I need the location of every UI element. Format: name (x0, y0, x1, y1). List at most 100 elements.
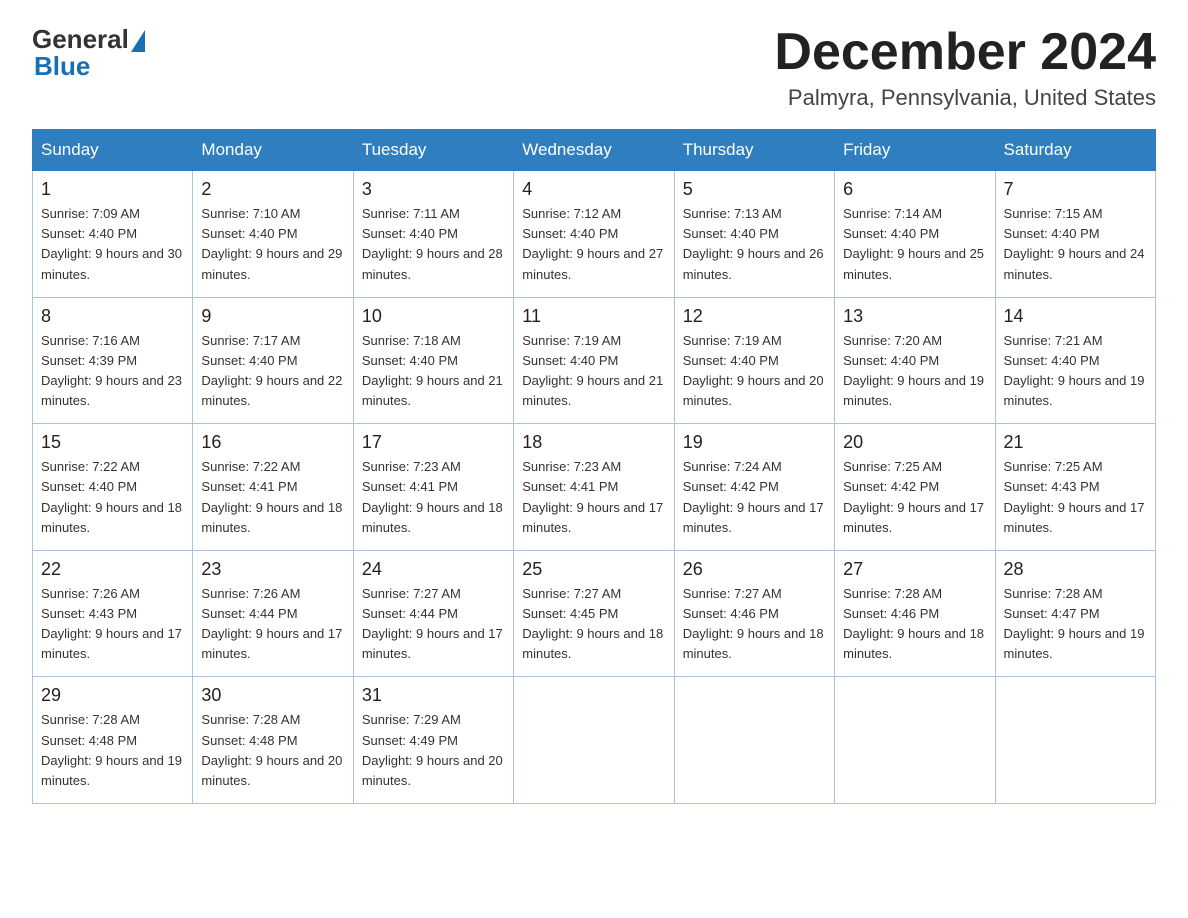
calendar-cell: 24 Sunrise: 7:27 AMSunset: 4:44 PMDaylig… (353, 550, 513, 677)
day-info: Sunrise: 7:19 AMSunset: 4:40 PMDaylight:… (522, 331, 665, 412)
day-info: Sunrise: 7:18 AMSunset: 4:40 PMDaylight:… (362, 331, 505, 412)
location-title: Palmyra, Pennsylvania, United States (774, 85, 1156, 111)
day-number: 9 (201, 306, 344, 327)
day-info: Sunrise: 7:27 AMSunset: 4:45 PMDaylight:… (522, 584, 665, 665)
week-row-5: 29 Sunrise: 7:28 AMSunset: 4:48 PMDaylig… (33, 677, 1156, 804)
calendar-cell (674, 677, 834, 804)
calendar-cell: 14 Sunrise: 7:21 AMSunset: 4:40 PMDaylig… (995, 297, 1155, 424)
calendar-cell: 7 Sunrise: 7:15 AMSunset: 4:40 PMDayligh… (995, 171, 1155, 298)
day-info: Sunrise: 7:28 AMSunset: 4:48 PMDaylight:… (41, 710, 184, 791)
day-info: Sunrise: 7:12 AMSunset: 4:40 PMDaylight:… (522, 204, 665, 285)
day-info: Sunrise: 7:13 AMSunset: 4:40 PMDaylight:… (683, 204, 826, 285)
day-number: 24 (362, 559, 505, 580)
day-number: 7 (1004, 179, 1147, 200)
calendar-cell: 17 Sunrise: 7:23 AMSunset: 4:41 PMDaylig… (353, 424, 513, 551)
header-friday: Friday (835, 130, 995, 171)
day-info: Sunrise: 7:26 AMSunset: 4:44 PMDaylight:… (201, 584, 344, 665)
calendar-cell: 21 Sunrise: 7:25 AMSunset: 4:43 PMDaylig… (995, 424, 1155, 551)
calendar-cell: 26 Sunrise: 7:27 AMSunset: 4:46 PMDaylig… (674, 550, 834, 677)
calendar-header-row: SundayMondayTuesdayWednesdayThursdayFrid… (33, 130, 1156, 171)
logo-triangle-icon (131, 30, 145, 52)
header-saturday: Saturday (995, 130, 1155, 171)
day-number: 16 (201, 432, 344, 453)
day-info: Sunrise: 7:28 AMSunset: 4:47 PMDaylight:… (1004, 584, 1147, 665)
header-sunday: Sunday (33, 130, 193, 171)
calendar-cell: 5 Sunrise: 7:13 AMSunset: 4:40 PMDayligh… (674, 171, 834, 298)
calendar-cell (514, 677, 674, 804)
calendar-cell (995, 677, 1155, 804)
calendar-cell: 31 Sunrise: 7:29 AMSunset: 4:49 PMDaylig… (353, 677, 513, 804)
day-number: 11 (522, 306, 665, 327)
day-info: Sunrise: 7:27 AMSunset: 4:46 PMDaylight:… (683, 584, 826, 665)
calendar-cell: 30 Sunrise: 7:28 AMSunset: 4:48 PMDaylig… (193, 677, 353, 804)
calendar-cell: 11 Sunrise: 7:19 AMSunset: 4:40 PMDaylig… (514, 297, 674, 424)
calendar-cell: 22 Sunrise: 7:26 AMSunset: 4:43 PMDaylig… (33, 550, 193, 677)
calendar-cell: 28 Sunrise: 7:28 AMSunset: 4:47 PMDaylig… (995, 550, 1155, 677)
calendar-cell: 12 Sunrise: 7:19 AMSunset: 4:40 PMDaylig… (674, 297, 834, 424)
calendar-cell: 15 Sunrise: 7:22 AMSunset: 4:40 PMDaylig… (33, 424, 193, 551)
day-info: Sunrise: 7:28 AMSunset: 4:46 PMDaylight:… (843, 584, 986, 665)
day-number: 27 (843, 559, 986, 580)
day-info: Sunrise: 7:21 AMSunset: 4:40 PMDaylight:… (1004, 331, 1147, 412)
header-tuesday: Tuesday (353, 130, 513, 171)
calendar-cell: 23 Sunrise: 7:26 AMSunset: 4:44 PMDaylig… (193, 550, 353, 677)
day-number: 2 (201, 179, 344, 200)
day-info: Sunrise: 7:11 AMSunset: 4:40 PMDaylight:… (362, 204, 505, 285)
day-info: Sunrise: 7:23 AMSunset: 4:41 PMDaylight:… (522, 457, 665, 538)
day-info: Sunrise: 7:29 AMSunset: 4:49 PMDaylight:… (362, 710, 505, 791)
day-number: 19 (683, 432, 826, 453)
week-row-1: 1 Sunrise: 7:09 AMSunset: 4:40 PMDayligh… (33, 171, 1156, 298)
logo-area: General Blue (32, 24, 145, 82)
day-number: 28 (1004, 559, 1147, 580)
calendar-cell: 2 Sunrise: 7:10 AMSunset: 4:40 PMDayligh… (193, 171, 353, 298)
day-info: Sunrise: 7:22 AMSunset: 4:40 PMDaylight:… (41, 457, 184, 538)
day-number: 10 (362, 306, 505, 327)
day-info: Sunrise: 7:24 AMSunset: 4:42 PMDaylight:… (683, 457, 826, 538)
header-monday: Monday (193, 130, 353, 171)
day-info: Sunrise: 7:09 AMSunset: 4:40 PMDaylight:… (41, 204, 184, 285)
day-number: 1 (41, 179, 184, 200)
day-number: 4 (522, 179, 665, 200)
day-number: 13 (843, 306, 986, 327)
day-number: 8 (41, 306, 184, 327)
day-info: Sunrise: 7:25 AMSunset: 4:43 PMDaylight:… (1004, 457, 1147, 538)
day-number: 31 (362, 685, 505, 706)
month-title: December 2024 (774, 24, 1156, 81)
day-number: 12 (683, 306, 826, 327)
calendar-cell: 16 Sunrise: 7:22 AMSunset: 4:41 PMDaylig… (193, 424, 353, 551)
day-info: Sunrise: 7:19 AMSunset: 4:40 PMDaylight:… (683, 331, 826, 412)
calendar-cell: 9 Sunrise: 7:17 AMSunset: 4:40 PMDayligh… (193, 297, 353, 424)
day-number: 20 (843, 432, 986, 453)
title-area: December 2024 Palmyra, Pennsylvania, Uni… (774, 24, 1156, 111)
calendar-cell: 1 Sunrise: 7:09 AMSunset: 4:40 PMDayligh… (33, 171, 193, 298)
header-thursday: Thursday (674, 130, 834, 171)
day-number: 25 (522, 559, 665, 580)
day-number: 30 (201, 685, 344, 706)
calendar-table: SundayMondayTuesdayWednesdayThursdayFrid… (32, 129, 1156, 804)
logo-blue-text: Blue (34, 51, 90, 82)
day-number: 21 (1004, 432, 1147, 453)
day-number: 5 (683, 179, 826, 200)
day-number: 29 (41, 685, 184, 706)
week-row-4: 22 Sunrise: 7:26 AMSunset: 4:43 PMDaylig… (33, 550, 1156, 677)
week-row-3: 15 Sunrise: 7:22 AMSunset: 4:40 PMDaylig… (33, 424, 1156, 551)
calendar-cell: 19 Sunrise: 7:24 AMSunset: 4:42 PMDaylig… (674, 424, 834, 551)
day-number: 17 (362, 432, 505, 453)
day-number: 6 (843, 179, 986, 200)
day-number: 26 (683, 559, 826, 580)
day-info: Sunrise: 7:28 AMSunset: 4:48 PMDaylight:… (201, 710, 344, 791)
day-number: 14 (1004, 306, 1147, 327)
calendar-cell (835, 677, 995, 804)
calendar-cell: 25 Sunrise: 7:27 AMSunset: 4:45 PMDaylig… (514, 550, 674, 677)
calendar-cell: 18 Sunrise: 7:23 AMSunset: 4:41 PMDaylig… (514, 424, 674, 551)
day-info: Sunrise: 7:16 AMSunset: 4:39 PMDaylight:… (41, 331, 184, 412)
day-number: 18 (522, 432, 665, 453)
calendar-cell: 29 Sunrise: 7:28 AMSunset: 4:48 PMDaylig… (33, 677, 193, 804)
day-info: Sunrise: 7:10 AMSunset: 4:40 PMDaylight:… (201, 204, 344, 285)
day-info: Sunrise: 7:22 AMSunset: 4:41 PMDaylight:… (201, 457, 344, 538)
calendar-cell: 6 Sunrise: 7:14 AMSunset: 4:40 PMDayligh… (835, 171, 995, 298)
day-number: 23 (201, 559, 344, 580)
day-info: Sunrise: 7:27 AMSunset: 4:44 PMDaylight:… (362, 584, 505, 665)
calendar-cell: 3 Sunrise: 7:11 AMSunset: 4:40 PMDayligh… (353, 171, 513, 298)
day-number: 22 (41, 559, 184, 580)
